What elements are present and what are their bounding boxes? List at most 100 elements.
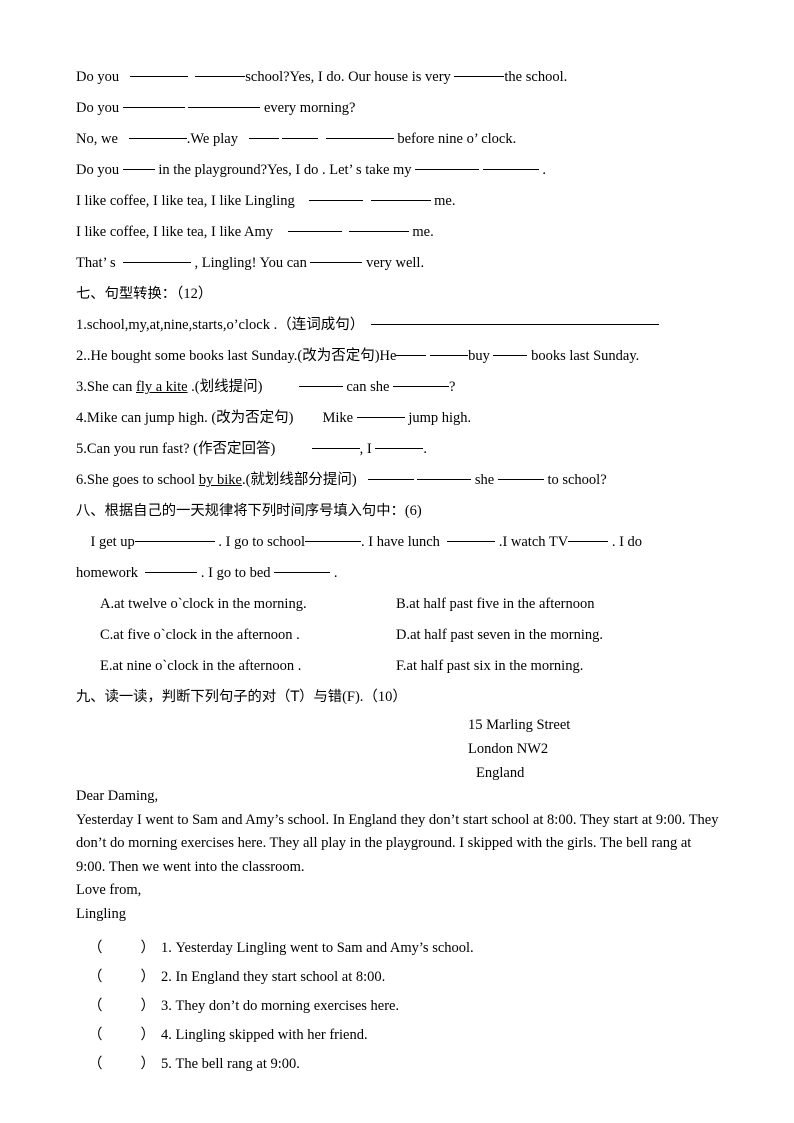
fill-in-blank[interactable] (348, 217, 409, 232)
fill-in-blank[interactable] (367, 465, 414, 480)
answer-paren-open: （ (88, 940, 103, 956)
fill-in-blank[interactable] (274, 558, 331, 573)
text-run: the school. (504, 69, 568, 85)
option-d: D.at half past seven in the morning. (396, 627, 603, 643)
true-false-row[interactable]: （ ） 3. They don’t do morning exercises her… (76, 992, 720, 1021)
fill-in-blank[interactable] (134, 527, 215, 542)
fill-in-blank[interactable] (375, 434, 424, 449)
fill-in-blank[interactable] (417, 465, 472, 480)
fill-in-blank[interactable] (248, 124, 279, 139)
fill-in-blank[interactable] (415, 155, 480, 170)
fill-in-blank[interactable] (122, 155, 155, 170)
text-run: . I go to school (214, 534, 306, 550)
letter-address-line: London NW2 (468, 741, 549, 757)
section-9-heading: 九、读一读，判断下列句子的对（T）与错(F).（10） (76, 682, 720, 713)
letter-address-line: England (476, 765, 525, 781)
letter: Dear Daming, Yesterday I went to Sam and… (76, 785, 720, 926)
fill-in-blank[interactable] (122, 248, 191, 263)
fill-in-blank[interactable] (325, 124, 394, 139)
fill-in-line: I like coffee, I like tea, I like Lingli… (76, 186, 720, 217)
tf-number: 4. (161, 1027, 172, 1043)
text-run: .I watch TV (495, 534, 569, 550)
tf-number: 5. (161, 1056, 172, 1072)
section-8-option-row: E.at nine o`clock in the afternoon . F.a… (76, 651, 720, 682)
fill-in-blank[interactable] (311, 434, 360, 449)
fill-in-line: That’ s , Lingling! You can very well. (76, 248, 720, 279)
text-run: books last Sunday. (527, 348, 640, 364)
fill-in-blank[interactable] (454, 62, 505, 77)
tf-number: 3. (161, 998, 172, 1014)
section-8-heading: 八、根据自己的一天规律将下列时间序号填入句中：(6) (76, 496, 720, 527)
fill-in-blank[interactable] (393, 372, 450, 387)
fill-in-blank[interactable] (309, 186, 364, 201)
fill-in-blank[interactable] (282, 124, 319, 139)
text-run: , Lingling! You can (190, 255, 311, 271)
fill-in-blank[interactable] (298, 372, 343, 387)
section-7-item: 5.Can you run fast? (作否定回答) , I . (76, 434, 720, 465)
section-7-item: 1.school,my,at,nine,starts,o’clock .（连词成… (76, 310, 720, 341)
answer-paren-close: ） (140, 940, 156, 956)
text-run: . I go to bed (197, 565, 275, 581)
text-run: homework (76, 565, 142, 581)
text-run: she (471, 472, 498, 488)
text-run: I like coffee, I like tea, I like Amy (76, 224, 274, 240)
text-run: 3.She can (76, 379, 136, 395)
true-false-row[interactable]: （ ） 1. Yesterday Lingling went to Sam and … (76, 934, 720, 963)
text-run: buy (468, 348, 494, 364)
tf-text: Lingling skipped with her friend. (175, 1027, 368, 1043)
fill-in-blank[interactable] (370, 186, 431, 201)
true-false-row[interactable]: （ ） 2. In England they start school at 8:0… (76, 963, 720, 992)
fill-in-blank[interactable] (568, 527, 609, 542)
letter-salutation: Dear Daming, (76, 788, 159, 804)
fill-in-blank[interactable] (128, 124, 187, 139)
section-7-item: 2..He bought some books last Sunday.(改为否… (76, 341, 720, 372)
fill-in-blank[interactable] (493, 341, 528, 356)
fill-in-blank[interactable] (447, 527, 496, 542)
section-7-item: 3.She can fly a kite .(划线提问) can she ? (76, 372, 720, 403)
fill-in-line: Do you every morning? (76, 93, 720, 124)
fill-in-blank[interactable] (145, 558, 198, 573)
true-false-row[interactable]: （ ） 4. Lingling skipped with her friend. (76, 1021, 720, 1050)
fill-in-line: Do you in the playground?Yes, I do . Let… (76, 155, 720, 186)
text-run: me. (430, 193, 456, 209)
text-run: ? (449, 379, 456, 395)
section-7-heading: 七、句型转换：（12） (76, 279, 720, 310)
fill-in-blank[interactable] (497, 465, 544, 480)
text-run: every morning? (260, 100, 356, 116)
fill-in-blank[interactable] (195, 62, 246, 77)
answer-paren-close: ） (140, 998, 156, 1014)
fill-in-blank[interactable] (371, 310, 660, 325)
fill-in-blank[interactable] (482, 155, 539, 170)
fill-in-blank[interactable] (129, 62, 188, 77)
fill-in-blank[interactable] (188, 93, 261, 108)
text-run: .We play (186, 131, 238, 147)
section-7-heading-text: 七、句型转换： (76, 286, 177, 302)
fill-in-blank[interactable] (287, 217, 342, 232)
fill-in-blank[interactable] (396, 341, 427, 356)
fill-in-blank[interactable] (430, 341, 469, 356)
section-8-score: (6) (404, 503, 422, 519)
text-run: . (538, 162, 547, 178)
text-run: in the playground?Yes, I do . Let’ s tak… (154, 162, 416, 178)
text-run: can she (342, 379, 394, 395)
section-9-heading-tail: (F).（10） (342, 689, 407, 705)
text-run: me. (408, 224, 434, 240)
true-false-row[interactable]: （ ） 5. The bell rang at 9:00. (76, 1050, 720, 1079)
fill-in-blank[interactable] (310, 248, 363, 263)
section-8-option-row: A.at twelve o`clock in the morning. B.at… (76, 589, 720, 620)
option-e: E.at nine o`clock in the afternoon . (100, 658, 302, 674)
text-run: I get up (90, 534, 135, 550)
fill-in-blank[interactable] (122, 93, 185, 108)
fill-in-blank[interactable] (356, 403, 405, 418)
letter-address-line: 15 Marling Street (468, 717, 571, 733)
fill-in-blank[interactable] (305, 527, 362, 542)
text-run: Do you (76, 100, 123, 116)
